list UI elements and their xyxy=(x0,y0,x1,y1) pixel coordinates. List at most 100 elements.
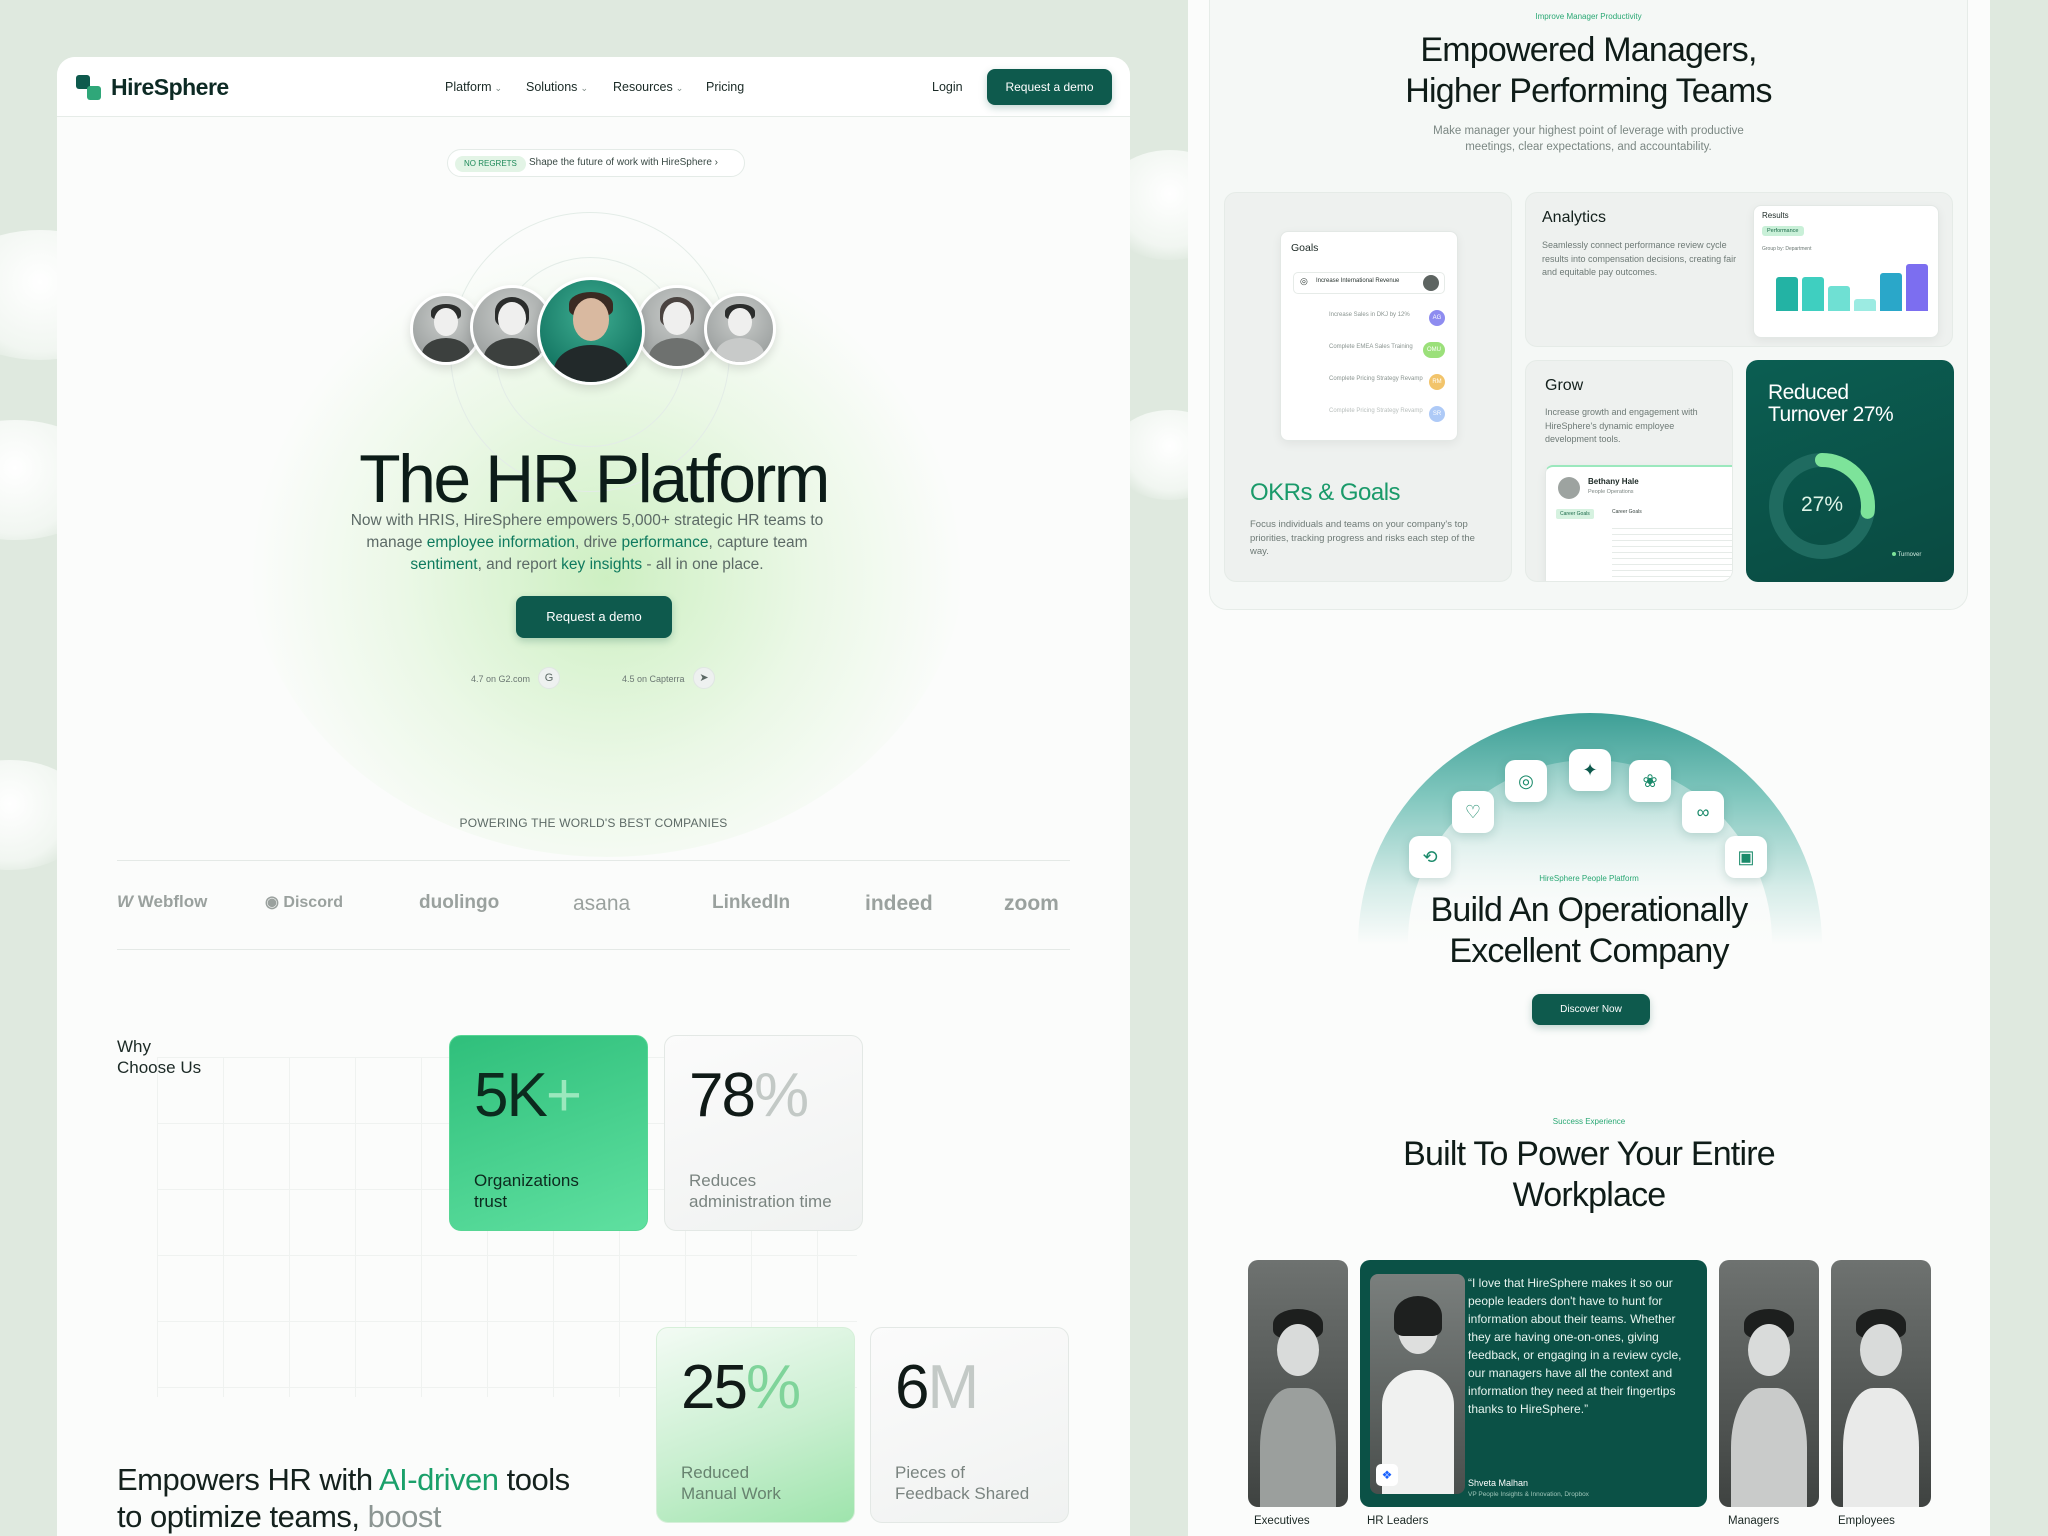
goals-label: Goals xyxy=(1291,242,1319,254)
manager-photo[interactable] xyxy=(1719,1260,1819,1507)
turnover-title: Reduced Turnover 27% xyxy=(1768,381,1894,426)
stat-card-organizations: 5K+ Organizations trust xyxy=(449,1035,648,1231)
results-bar xyxy=(1828,286,1850,311)
brand-logo-zoom: zoom xyxy=(1004,892,1059,915)
stat-value: 78% xyxy=(689,1061,809,1130)
results-bar xyxy=(1906,264,1928,311)
target-icon: ◎ xyxy=(1300,276,1308,286)
landing-page-card: HireSphere Platform ⌄ Solutions ⌄ Resource… xyxy=(57,57,1130,1536)
announcement-pill[interactable]: NO REGRETS Shape the future of work with… xyxy=(447,149,745,177)
section-eyebrow: Success Experience xyxy=(1552,1117,1626,1126)
heart-icon[interactable]: ♡ xyxy=(1452,791,1494,833)
lotus-icon[interactable]: ❀ xyxy=(1629,760,1671,802)
goal-row: Increase Sales in DKJ by 12% AG xyxy=(1293,308,1445,330)
okr-title: OKRs & Goals xyxy=(1250,479,1401,506)
section-title: Build An Operationally Excellent Company xyxy=(1430,891,1749,970)
chevron-down-icon: ⌄ xyxy=(580,83,588,93)
profile-text-lines xyxy=(1612,523,1732,579)
section-eyebrow: Improve Manager Productivity xyxy=(1535,12,1642,21)
goal-badge: RM xyxy=(1429,374,1445,390)
g2-icon[interactable]: G xyxy=(538,667,560,689)
managers-section: Improve Manager Productivity Empowered M… xyxy=(1209,0,1968,610)
nav-solutions[interactable]: Solutions ⌄ xyxy=(526,80,588,94)
results-bar xyxy=(1802,277,1824,311)
analytics-title: Analytics xyxy=(1542,209,1607,226)
avatar-featured xyxy=(537,277,645,385)
brand-logo-indeed: indeed xyxy=(865,892,933,915)
logo-text[interactable]: HireSphere xyxy=(111,74,229,101)
section-title: Built To Power Your Entire Workplace xyxy=(1403,1135,1776,1214)
section-title: Empowered Managers, Higher Performing Te… xyxy=(1405,31,1772,110)
profile-avatar xyxy=(1558,477,1580,499)
turnover-legend: Turnover xyxy=(1892,552,1921,558)
chevron-down-icon: ⌄ xyxy=(494,83,503,93)
grow-card[interactable]: Grow Increase growth and engagement with… xyxy=(1525,360,1733,582)
testimonial-role: VP People Insights & Innovation, Dropbox xyxy=(1468,1491,1589,1498)
stat-card-admin-time: 78% Reduces administration time xyxy=(664,1035,863,1231)
spiral-icon[interactable]: ◎ xyxy=(1505,760,1547,802)
stat-card-manual-work: 25% Reduced Manual Work xyxy=(656,1327,855,1523)
nav-pricing[interactable]: Pricing xyxy=(706,80,744,94)
request-demo-hero-button[interactable]: Request a demo xyxy=(516,596,672,638)
goals-widget: Goals ◎ Increase International Revenue I… xyxy=(1280,231,1458,441)
goal-row: Complete Pricing Strategy Revamp SR xyxy=(1293,404,1445,426)
turnover-percent: 27% xyxy=(1800,493,1844,516)
turnover-card[interactable]: Reduced Turnover 27% 27% Turnover xyxy=(1746,360,1954,582)
hiresphere-logo-icon[interactable] xyxy=(76,75,102,101)
sparkle-icon[interactable]: ✦ xyxy=(1569,749,1611,791)
capterra-icon[interactable]: ➤ xyxy=(693,667,715,689)
results-bar xyxy=(1776,277,1798,311)
results-bar-chart xyxy=(1754,206,1940,339)
analytics-card[interactable]: Analytics Seamlessly connect performance… xyxy=(1525,192,1953,347)
executive-photo[interactable] xyxy=(1248,1260,1348,1507)
divider xyxy=(117,949,1070,950)
empower-heading: Empowers HR with AI-driven tools to opti… xyxy=(117,1462,570,1534)
powering-label: POWERING THE WORLD'S BEST COMPANIES xyxy=(459,816,728,830)
top-navigation: HireSphere Platform ⌄ Solutions ⌄ Resource… xyxy=(57,57,1130,117)
hero-subtitle: Now with HRIS, HireSphere empowers 5,000… xyxy=(350,512,824,573)
results-widget: Results Performance Group by: Department xyxy=(1753,205,1939,338)
chevron-right-icon: › xyxy=(714,157,719,168)
okr-goals-card[interactable]: Goals ◎ Increase International Revenue I… xyxy=(1224,192,1512,582)
announcement-text: Shape the future of work with HireSphere… xyxy=(529,157,719,168)
nav-platform[interactable]: Platform ⌄ xyxy=(445,80,502,94)
brand-logo-webflow: W Webflow xyxy=(117,892,208,911)
okr-description: Focus individuals and teams on your comp… xyxy=(1250,519,1475,557)
brand-logo-linkedin: LinkedIn xyxy=(712,892,791,913)
label-managers: Managers xyxy=(1728,1515,1780,1527)
features-panel: Improve Manager Productivity Empowered M… xyxy=(1188,0,1990,1536)
hr-leader-photo: ❖ xyxy=(1370,1274,1465,1494)
results-bar xyxy=(1880,273,1902,311)
stat-value: 5K+ xyxy=(474,1061,582,1130)
tab-career-goals-detail[interactable]: Career Goals xyxy=(1612,509,1642,515)
goal-row: Complete EMEA Sales Training OMU xyxy=(1293,340,1445,362)
rating-capterra: 4.5 on Capterra xyxy=(622,674,685,684)
section-eyebrow: HireSphere People Platform xyxy=(1539,874,1639,883)
hero-title: The HR Platform xyxy=(359,441,830,517)
stat-label: Reduces administration time xyxy=(689,1171,832,1211)
discover-now-button[interactable]: Discover Now xyxy=(1532,994,1650,1025)
refresh-icon[interactable]: ⟲ xyxy=(1409,836,1451,878)
employee-profile-widget: Bethany Hale People Operations Career Go… xyxy=(1545,465,1732,581)
nav-resources[interactable]: Resources ⌄ xyxy=(613,80,683,94)
grow-title: Grow xyxy=(1545,377,1584,394)
testimonial-quote: “I love that HireSphere makes it so our … xyxy=(1468,1276,1682,1416)
request-demo-nav-button[interactable]: Request a demo xyxy=(987,69,1112,105)
hr-leader-testimonial[interactable]: ❖ “I love that HireSphere makes it so ou… xyxy=(1360,1260,1707,1507)
brand-logo-duolingo: duolingo xyxy=(419,892,500,913)
tab-career-goals[interactable]: Career Goals xyxy=(1556,509,1594,519)
link-icon[interactable]: ∞ xyxy=(1682,791,1724,833)
why-choose-us-label: Why Choose Us xyxy=(117,1037,202,1077)
login-link[interactable]: Login xyxy=(932,80,963,94)
id-card-icon[interactable]: ▣ xyxy=(1725,836,1767,878)
testimonial-name: Shveta Malhan xyxy=(1468,1478,1529,1488)
stat-label: Reduced Manual Work xyxy=(681,1463,781,1503)
brand-logo-discord: ◉ Discord xyxy=(265,894,343,911)
goal-badge: SR xyxy=(1429,406,1445,422)
stat-label: Organizations trust xyxy=(474,1171,579,1211)
stat-value: 25% xyxy=(681,1353,801,1422)
dropbox-logo-icon: ❖ xyxy=(1376,1464,1398,1486)
employee-photo[interactable] xyxy=(1831,1260,1931,1507)
section-subtitle: Make manager your highest point of lever… xyxy=(1433,125,1744,153)
grow-description: Increase growth and engagement with Hire… xyxy=(1545,407,1698,444)
